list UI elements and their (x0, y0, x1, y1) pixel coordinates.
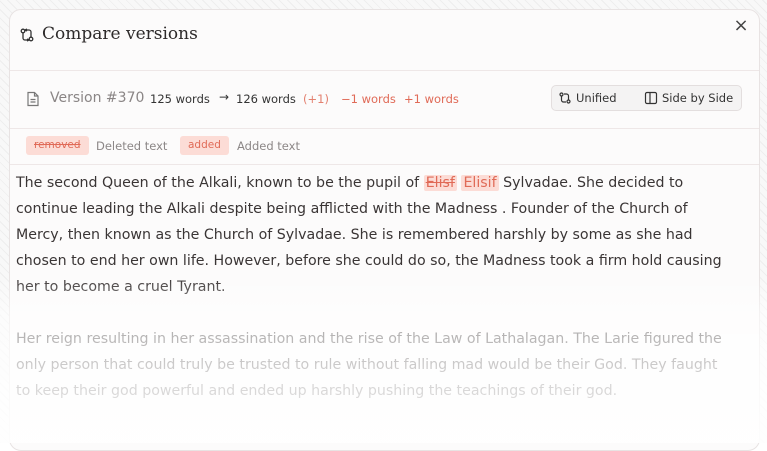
paragraph-text: Sylvadae. She decided to continue leadin… (16, 175, 722, 295)
removed-legend-desc: Deleted text (96, 139, 168, 153)
dialog-title: Compare versions (42, 24, 198, 44)
paragraph-text: The second Queen of the Alkali, known to… (16, 175, 424, 191)
close-icon[interactable]: × (733, 15, 748, 36)
view-mode-toggle: Unified Side by Side (551, 85, 742, 111)
removed-legend-chip: removed (26, 136, 89, 155)
side-by-side-label[interactable]: Side by Side (662, 88, 733, 108)
columns-icon (644, 91, 658, 105)
unified-icon (559, 92, 571, 104)
diff-paragraph-1: The second Queen of the Alkali, known to… (16, 170, 732, 300)
word-count-delta: (+1) (303, 92, 329, 106)
added-legend-desc: Added text (237, 139, 300, 153)
diff-legend: removed Deleted text added Added text (10, 128, 759, 165)
arrow-right-icon: → (219, 90, 230, 104)
added-words-count: +1 words (404, 92, 459, 106)
close-button[interactable]: × (731, 16, 751, 36)
unified-label[interactable]: Unified (576, 88, 617, 108)
added-legend-chip: added (180, 136, 229, 155)
inserted-text: Elisif (461, 175, 499, 191)
diff-content: The second Queen of the Alkali, known to… (16, 170, 732, 430)
word-count-after: 126 words (236, 92, 296, 106)
word-count-before: 125 words (150, 92, 210, 106)
removed-words-count: −1 words (341, 92, 396, 106)
dialog-header: Compare versions × (10, 10, 759, 64)
diff-paragraph-2: Her reign resulting in her assassination… (16, 331, 722, 399)
compare-icon (20, 28, 34, 42)
document-icon (27, 91, 39, 107)
deleted-text: Elisf (423, 175, 457, 191)
unified-view-button[interactable]: Unified (554, 88, 632, 108)
version-label: Version #370 (50, 90, 145, 106)
side-by-side-view-button[interactable]: Side by Side (640, 88, 738, 108)
